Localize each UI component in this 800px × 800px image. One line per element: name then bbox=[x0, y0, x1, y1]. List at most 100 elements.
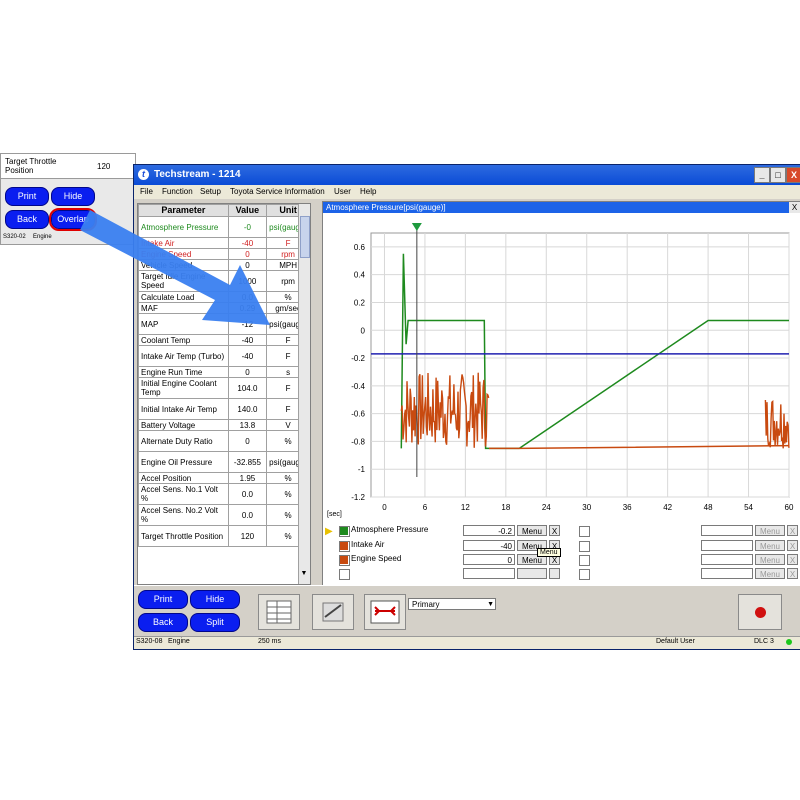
x-tick-label: 54 bbox=[744, 503, 753, 512]
param-value: 1.95 bbox=[227, 472, 268, 484]
legend2-checkbox-1[interactable] bbox=[579, 526, 590, 537]
x-tick-label: 12 bbox=[461, 503, 470, 512]
table-row[interactable]: Initial Engine Coolant Temp 104.0 F bbox=[138, 377, 310, 399]
menu-help[interactable]: Help bbox=[360, 187, 376, 196]
legend2-value-2 bbox=[701, 540, 753, 551]
bottom-toolbar: Print Hide Back Split Primary ▼ bbox=[134, 585, 800, 636]
split-button[interactable]: Split bbox=[190, 613, 240, 632]
legend-value-intake: -40 bbox=[463, 540, 515, 551]
x-tick-label: 48 bbox=[704, 503, 713, 512]
snapshot-tool[interactable] bbox=[312, 594, 354, 630]
y-tick-label: -0.4 bbox=[351, 382, 365, 391]
table-row[interactable]: Engine Run Time 0 s bbox=[138, 366, 310, 378]
scroll-thumb[interactable] bbox=[300, 216, 310, 258]
legend2-value-1 bbox=[701, 525, 753, 536]
close-button[interactable]: X bbox=[786, 167, 800, 183]
bg-param-value: 120 bbox=[97, 162, 111, 171]
x-tick-label: 30 bbox=[582, 503, 591, 512]
menu-toyota-service-info[interactable]: Toyota Service Information bbox=[230, 187, 325, 196]
table-row[interactable]: Accel Position 1.95% bbox=[138, 472, 310, 484]
legend-swatch-engine-speed bbox=[340, 556, 348, 564]
menu-setup[interactable]: Setup bbox=[200, 187, 221, 196]
x-tick-label: 36 bbox=[623, 503, 632, 512]
legend2-remove-2[interactable]: X bbox=[787, 540, 798, 551]
y-tick-label: 0.6 bbox=[354, 243, 366, 252]
graph-close-button[interactable]: X bbox=[789, 202, 800, 213]
param-name: Accel Sens. No.1 Volt % bbox=[138, 483, 229, 505]
legend-remove-atmosphere[interactable]: X bbox=[549, 525, 560, 536]
legend2-remove-4[interactable]: X bbox=[787, 568, 798, 579]
connection-status-icon bbox=[786, 639, 792, 645]
table-row[interactable]: Battery Voltage 13.8 V bbox=[138, 419, 310, 431]
bg-back-button[interactable]: Back bbox=[5, 210, 49, 229]
param-value: 0.0 bbox=[227, 504, 268, 526]
legend2-remove-1[interactable]: X bbox=[787, 525, 798, 536]
print-button[interactable]: Print bbox=[138, 590, 188, 609]
legend2-menu-2[interactable]: Menu bbox=[755, 540, 785, 551]
table-row[interactable]: Accel Sens. No.1 Volt % 0.0% bbox=[138, 483, 310, 505]
chevron-down-icon: ▼ bbox=[487, 601, 494, 608]
minimize-button[interactable]: _ bbox=[754, 167, 770, 183]
legend2-menu-1[interactable]: Menu bbox=[755, 525, 785, 536]
legend2-value-4 bbox=[701, 568, 753, 579]
legend-area: ▶ Atmosphere Pressure -0.2 Menu X Intake… bbox=[323, 524, 800, 586]
status-user: Default User bbox=[656, 638, 695, 645]
menu-tooltip: Menu bbox=[537, 548, 561, 557]
table-row[interactable]: Alternate Duty Ratio 0% bbox=[138, 430, 310, 452]
window-title: Techstream - 1214 bbox=[154, 169, 241, 180]
menu-file[interactable]: File bbox=[140, 187, 153, 196]
x-tick-label: 42 bbox=[663, 503, 672, 512]
legend2-checkbox-3[interactable] bbox=[579, 555, 590, 566]
bg-param-label: Target Throttle Position bbox=[5, 157, 57, 175]
status-system: Engine bbox=[168, 638, 190, 645]
legend-remove-empty[interactable] bbox=[549, 568, 560, 579]
back-button[interactable]: Back bbox=[138, 613, 188, 632]
legend-value-empty bbox=[463, 568, 515, 579]
scroll-down-icon[interactable]: ▼ bbox=[300, 570, 308, 580]
x-tick-label: 24 bbox=[542, 503, 551, 512]
hide-button[interactable]: Hide bbox=[190, 590, 240, 609]
legend-menu-empty[interactable] bbox=[517, 568, 547, 579]
record-button[interactable] bbox=[738, 594, 782, 630]
legend-value-engine-speed: 0 bbox=[463, 554, 515, 565]
table-scrollbar[interactable]: ▼ bbox=[298, 204, 310, 584]
table-row[interactable]: Target Throttle Position 120% bbox=[138, 525, 310, 547]
view-select[interactable]: Primary ▼ bbox=[408, 598, 496, 610]
y-tick-label: -0.8 bbox=[351, 437, 365, 446]
time-cursor-icon bbox=[411, 223, 422, 231]
status-code: S320-08 bbox=[136, 638, 163, 645]
legend-checkbox-empty[interactable] bbox=[339, 569, 350, 580]
y-tick-label: -0.6 bbox=[351, 410, 365, 419]
y-tick-label: 0.4 bbox=[354, 271, 366, 280]
legend2-checkbox-2[interactable] bbox=[579, 541, 590, 552]
param-value: 0.0 bbox=[227, 483, 268, 505]
menu-user[interactable]: User bbox=[334, 187, 351, 196]
bg-param-row: Target Throttle Position 120 bbox=[1, 154, 135, 179]
legend2-menu-3[interactable]: Menu bbox=[755, 554, 785, 565]
y-tick-label: 0.2 bbox=[354, 298, 366, 307]
table-row[interactable]: Initial Intake Air Temp 140.0 F bbox=[138, 398, 310, 420]
graph-switch-tool[interactable] bbox=[364, 594, 406, 630]
legend2-remove-3[interactable]: X bbox=[787, 554, 798, 565]
table-view-tool[interactable] bbox=[258, 594, 300, 630]
pointer-arrow-icon bbox=[80, 210, 270, 325]
x-tick-label: 18 bbox=[501, 503, 510, 512]
legend-swatch-atmosphere bbox=[340, 527, 348, 535]
table-row[interactable]: Engine Oil Pressure -32.855 psi(gauge) bbox=[138, 451, 310, 473]
bg-print-button[interactable]: Print bbox=[5, 187, 49, 206]
maximize-button[interactable]: □ bbox=[770, 167, 786, 183]
trend-chart[interactable]: 0 6 12 18 24 30 36 42 48 54 60 0.6 0.4 0.2 0 -0.2 -0.4 -0… bbox=[323, 213, 800, 513]
param-name: Battery Voltage bbox=[138, 419, 229, 431]
status-rate: 250 ms bbox=[258, 638, 281, 645]
table-row[interactable]: Accel Sens. No.2 Volt % 0.0% bbox=[138, 504, 310, 526]
legend-menu-atmosphere[interactable]: Menu bbox=[517, 525, 547, 536]
legend2-checkbox-4[interactable] bbox=[579, 569, 590, 580]
x-tick-label: 60 bbox=[785, 503, 794, 512]
x-tick-label: 6 bbox=[423, 503, 428, 512]
legend2-menu-4[interactable]: Menu bbox=[755, 568, 785, 579]
legend-value-atmosphere: -0.2 bbox=[463, 525, 515, 536]
bg-status-engine: Engine bbox=[33, 234, 52, 240]
graph-title: Atmosphere Pressure[psi(gauge)] bbox=[323, 202, 800, 213]
y-tick-label: -1 bbox=[358, 465, 366, 474]
menu-function[interactable]: Function bbox=[162, 187, 193, 196]
